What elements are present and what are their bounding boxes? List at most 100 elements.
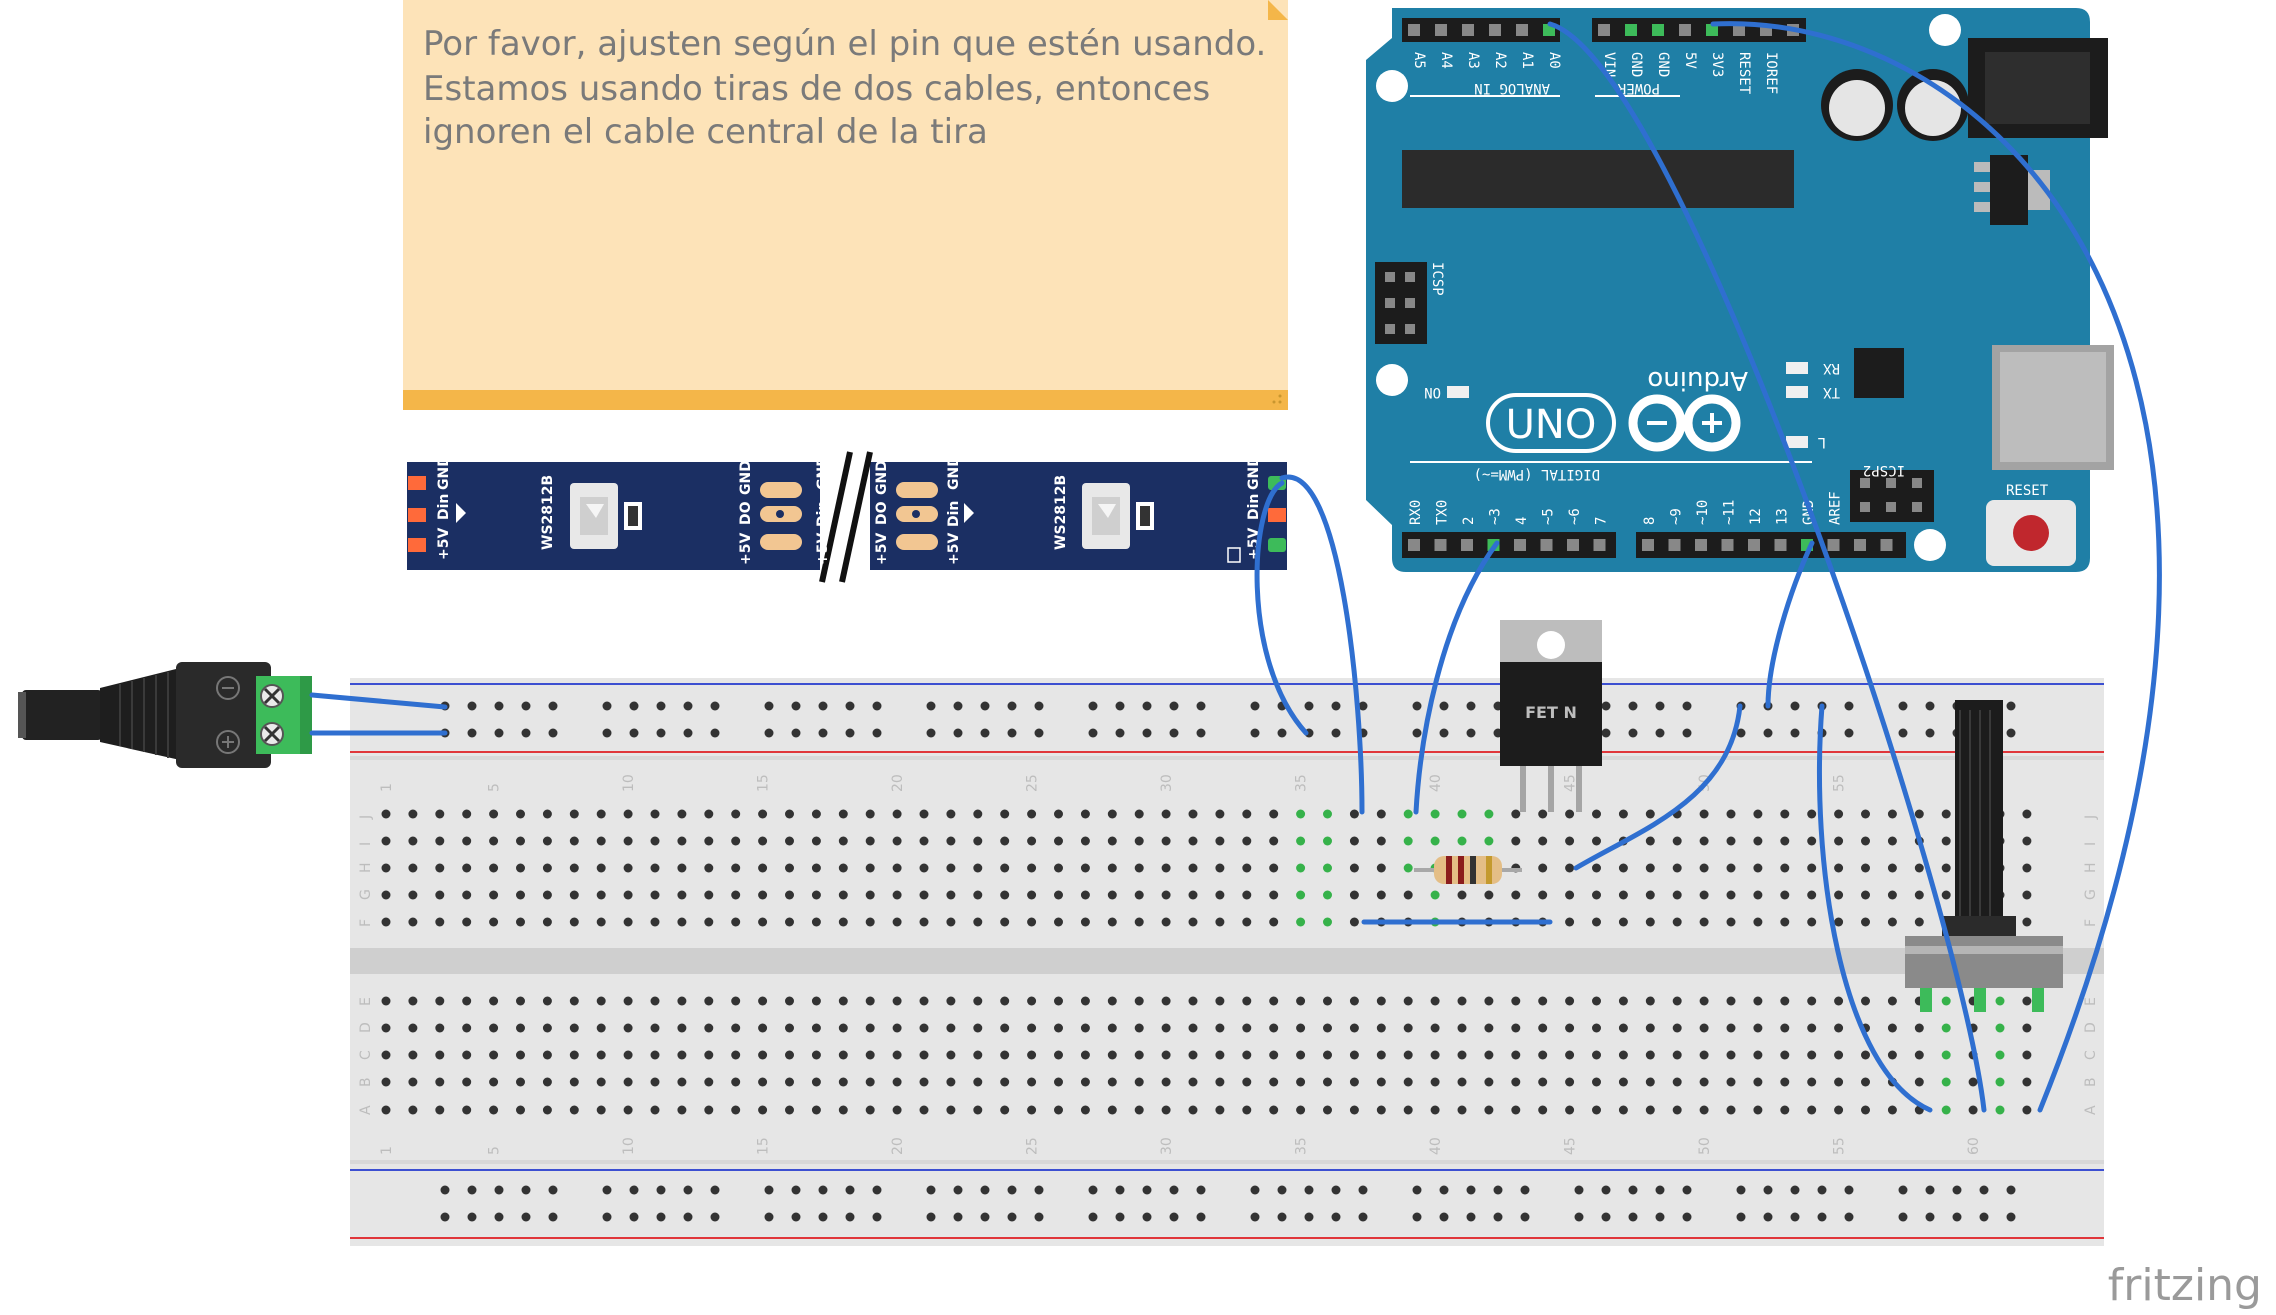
breadboard-hole[interactable] bbox=[542, 836, 552, 846]
rail-hole[interactable] bbox=[494, 728, 504, 738]
breadboard-hole[interactable] bbox=[1242, 1023, 1252, 1033]
breadboard-hole[interactable] bbox=[1592, 1077, 1601, 1087]
rail-hole[interactable] bbox=[1034, 701, 1044, 711]
rail-hole[interactable] bbox=[1790, 701, 1800, 711]
breadboard-hole[interactable] bbox=[462, 1105, 472, 1115]
breadboard-hole[interactable] bbox=[973, 836, 983, 846]
breadboard-hole[interactable] bbox=[462, 836, 472, 846]
breadboard-hole[interactable] bbox=[1188, 1050, 1198, 1060]
breadboard-hole[interactable] bbox=[1592, 809, 1601, 819]
rail-hole[interactable] bbox=[1034, 1212, 1044, 1222]
breadboard-hole[interactable] bbox=[1080, 996, 1090, 1006]
breadboard-hole[interactable] bbox=[2022, 1077, 2032, 1087]
breadboard-hole[interactable] bbox=[1538, 863, 1548, 873]
breadboard-hole[interactable] bbox=[1672, 863, 1682, 873]
rail-hole[interactable] bbox=[1331, 728, 1341, 738]
breadboard-hole[interactable] bbox=[462, 863, 472, 873]
breadboard-hole[interactable] bbox=[1887, 1023, 1897, 1033]
breadboard-hole[interactable] bbox=[1699, 917, 1709, 927]
breadboard-hole[interactable] bbox=[1834, 917, 1844, 927]
breadboard-hole[interactable] bbox=[623, 1023, 633, 1033]
breadboard-hole[interactable] bbox=[1968, 1105, 1978, 1115]
breadboard-hole[interactable] bbox=[516, 890, 525, 900]
breadboard-hole[interactable] bbox=[1618, 809, 1628, 819]
breadboard-hole[interactable] bbox=[731, 836, 741, 846]
breadboard-hole[interactable] bbox=[1780, 996, 1790, 1006]
breadboard-hole[interactable] bbox=[1565, 1077, 1575, 1087]
rail-hole[interactable] bbox=[1250, 728, 1260, 738]
breadboard-hole[interactable] bbox=[1484, 1105, 1494, 1115]
rail-hole[interactable] bbox=[1358, 1185, 1368, 1195]
breadboard-hole[interactable] bbox=[1430, 836, 1440, 846]
breadboard-hole[interactable] bbox=[435, 1105, 445, 1115]
breadboard-hole[interactable] bbox=[785, 1105, 794, 1115]
analog-header[interactable] bbox=[1402, 18, 1560, 42]
breadboard-hole[interactable] bbox=[1080, 836, 1090, 846]
breadboard-hole[interactable] bbox=[811, 863, 821, 873]
breadboard-hole[interactable] bbox=[1107, 890, 1117, 900]
rail-hole[interactable] bbox=[1412, 1212, 1422, 1222]
breadboard-hole[interactable] bbox=[677, 863, 687, 873]
breadboard-hole[interactable] bbox=[704, 836, 714, 846]
rail-hole[interactable] bbox=[1655, 701, 1665, 711]
breadboard-hole[interactable] bbox=[1107, 809, 1117, 819]
breadboard-hole[interactable] bbox=[785, 836, 794, 846]
rail-hole[interactable] bbox=[1520, 1212, 1530, 1222]
breadboard-hole[interactable] bbox=[1995, 1105, 2005, 1115]
breadboard-hole[interactable] bbox=[1269, 863, 1279, 873]
breadboard-hole[interactable] bbox=[1376, 890, 1386, 900]
breadboard-hole[interactable] bbox=[1161, 1105, 1171, 1115]
breadboard-hole[interactable] bbox=[1403, 1023, 1413, 1033]
rail-hole[interactable] bbox=[1925, 728, 1935, 738]
rail-hole[interactable] bbox=[1088, 728, 1098, 738]
breadboard-hole[interactable] bbox=[1323, 1105, 1332, 1115]
breadboard-hole[interactable] bbox=[1403, 809, 1413, 819]
breadboard-hole[interactable] bbox=[704, 1023, 714, 1033]
rail-hole[interactable] bbox=[1169, 728, 1179, 738]
breadboard-hole[interactable] bbox=[462, 1023, 472, 1033]
rail-hole[interactable] bbox=[602, 1212, 612, 1222]
breadboard-hole[interactable] bbox=[2022, 809, 2032, 819]
breadboard-hole[interactable] bbox=[1565, 996, 1575, 1006]
breadboard-hole[interactable] bbox=[650, 836, 660, 846]
breadboard-hole[interactable] bbox=[731, 1023, 741, 1033]
rail-hole[interactable] bbox=[1466, 1212, 1476, 1222]
breadboard-hole[interactable] bbox=[731, 996, 741, 1006]
breadboard-hole[interactable] bbox=[596, 890, 606, 900]
breadboard-hole[interactable] bbox=[1054, 1050, 1063, 1060]
breadboard-hole[interactable] bbox=[1269, 809, 1279, 819]
breadboard-hole[interactable] bbox=[1995, 1023, 2005, 1033]
breadboard-hole[interactable] bbox=[1080, 1023, 1090, 1033]
breadboard-hole[interactable] bbox=[838, 917, 848, 927]
breadboard-hole[interactable] bbox=[1672, 1105, 1682, 1115]
breadboard-hole[interactable] bbox=[2022, 1023, 2032, 1033]
breadboard-hole[interactable] bbox=[811, 1105, 821, 1115]
breadboard-hole[interactable] bbox=[1430, 809, 1440, 819]
breadboard-hole[interactable] bbox=[1645, 996, 1655, 1006]
breadboard-hole[interactable] bbox=[1807, 890, 1817, 900]
breadboard-hole[interactable] bbox=[435, 863, 445, 873]
rail-hole[interactable] bbox=[1169, 1212, 1179, 1222]
rail-hole[interactable] bbox=[1007, 1185, 1017, 1195]
breadboard-hole[interactable] bbox=[1618, 1023, 1628, 1033]
breadboard-hole[interactable] bbox=[1323, 1023, 1332, 1033]
rail-hole[interactable] bbox=[1844, 728, 1854, 738]
rail-hole[interactable] bbox=[791, 1185, 801, 1195]
breadboard-hole[interactable] bbox=[758, 1023, 768, 1033]
rail-hole[interactable] bbox=[710, 1212, 720, 1222]
breadboard-hole[interactable] bbox=[623, 1050, 633, 1060]
breadboard-hole[interactable] bbox=[1834, 1023, 1844, 1033]
breadboard-hole[interactable] bbox=[811, 1023, 821, 1033]
rail-hole[interactable] bbox=[548, 1212, 558, 1222]
breadboard-hole[interactable] bbox=[1753, 1023, 1763, 1033]
rail-hole[interactable] bbox=[926, 728, 936, 738]
rail-hole[interactable] bbox=[2006, 1212, 2016, 1222]
rail-hole[interactable] bbox=[872, 728, 882, 738]
rail-hole[interactable] bbox=[494, 1212, 504, 1222]
breadboard-hole[interactable] bbox=[1323, 1050, 1332, 1060]
breadboard-hole[interactable] bbox=[758, 863, 768, 873]
breadboard-hole[interactable] bbox=[1161, 863, 1171, 873]
breadboard-hole[interactable] bbox=[1430, 1023, 1440, 1033]
breadboard-hole[interactable] bbox=[1672, 917, 1682, 927]
header-pin[interactable] bbox=[1625, 24, 1637, 36]
